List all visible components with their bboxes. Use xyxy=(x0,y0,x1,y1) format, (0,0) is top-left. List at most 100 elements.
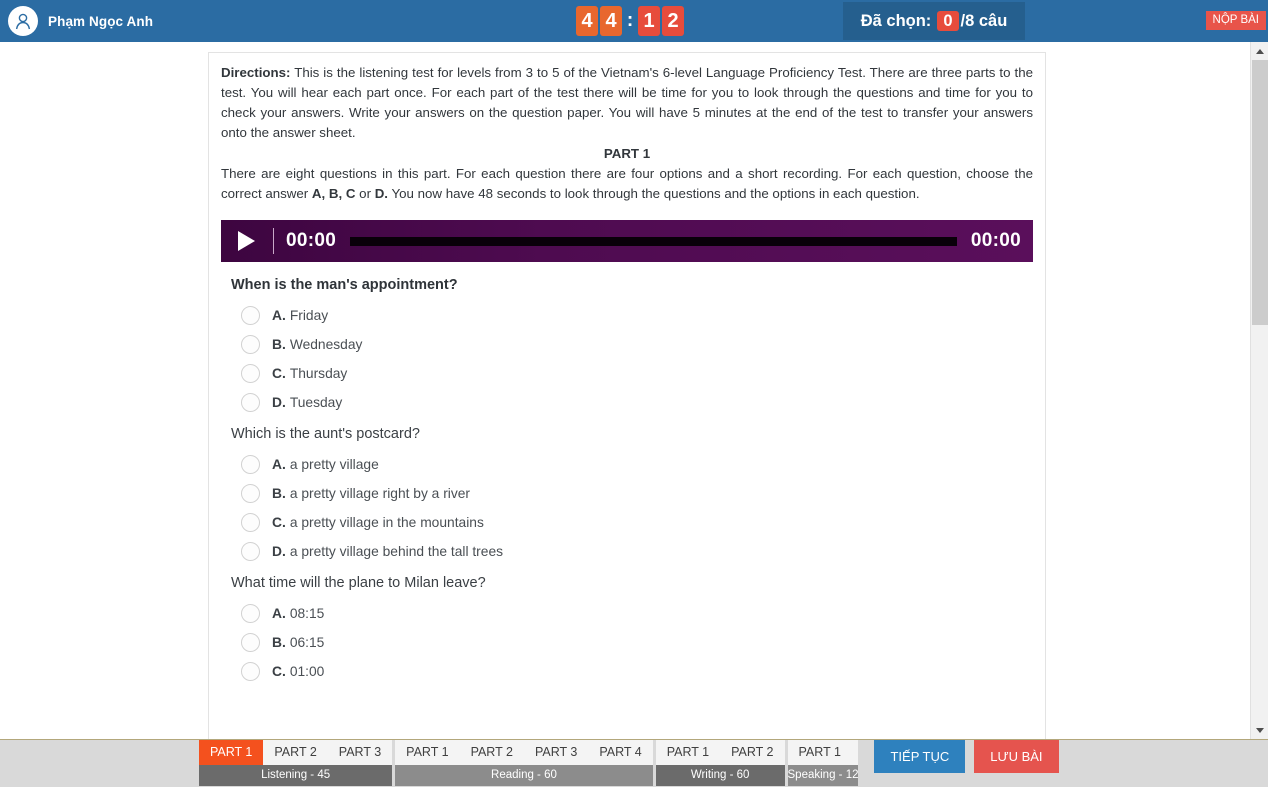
skill-label: Listening - 45 xyxy=(199,765,393,786)
audio-progress-bar[interactable] xyxy=(350,236,957,246)
part-tab[interactable]: PART 1 xyxy=(655,740,721,765)
part-tab[interactable]: PART 3 xyxy=(327,740,393,765)
answer-option[interactable]: B. 06:15 xyxy=(231,628,1033,657)
question-title: Which is the aunt's postcard? xyxy=(231,426,420,442)
option-text: 01:00 xyxy=(289,664,325,679)
skill-tab-row: PART 1 PART 2 PART 3 xyxy=(199,740,393,765)
audio-duration: 00:00 xyxy=(970,230,1021,251)
header-user-area: Phạm Ngọc Anh xyxy=(0,6,330,36)
play-icon[interactable] xyxy=(233,228,259,254)
bottom-navigation-bar: PART 1 PART 2 PART 3 Listening - 45 PART 1 PA… xyxy=(0,739,1268,787)
part-tab[interactable]: PART 4 xyxy=(588,740,653,765)
radio-button-icon[interactable] xyxy=(241,542,260,561)
answer-option[interactable]: D. Tuesday xyxy=(231,388,1033,417)
skill-group: PART 1 Speaking - 12 xyxy=(787,740,859,786)
radio-button-icon[interactable] xyxy=(241,393,260,412)
part-tab[interactable]: PART 1 xyxy=(395,740,460,765)
option-letter: D. xyxy=(272,395,286,410)
radio-button-icon[interactable] xyxy=(241,513,260,532)
timer-digit-minute-ones: 4 xyxy=(600,6,622,36)
scrollbar-thumb[interactable] xyxy=(1252,60,1268,325)
answered-total: /8 câu xyxy=(960,11,1008,30)
option-text: a pretty village right by a river xyxy=(289,486,471,501)
option-text: 06:15 xyxy=(289,635,325,650)
part-tab[interactable]: PART 1 xyxy=(199,740,264,765)
player-divider xyxy=(273,228,274,254)
part-description: There are eight questions in this part. … xyxy=(221,164,1033,204)
part-tab[interactable]: PART 2 xyxy=(263,740,328,765)
option-text: a pretty village in the mountains xyxy=(289,515,484,530)
answered-count: 0 xyxy=(937,10,959,32)
directions-label: Directions: xyxy=(221,65,291,80)
skill-group: PART 1 PART 2 PART 3 PART 4 Reading - 60 xyxy=(395,740,653,786)
part-tab[interactable]: PART 2 xyxy=(459,740,524,765)
option-letter: C. xyxy=(272,664,286,679)
option-letter: B. xyxy=(272,486,286,501)
exam-app: Phạm Ngọc Anh 4 4 : 1 2 Đã chọn: 0 /8 câ… xyxy=(0,0,1268,787)
answer-option[interactable]: A. Friday xyxy=(231,301,1033,330)
scroll-down-button[interactable] xyxy=(1251,721,1268,739)
skill-label: Speaking - 12 xyxy=(787,765,859,786)
audio-current-time: 00:00 xyxy=(286,230,337,251)
radio-button-icon[interactable] xyxy=(241,484,260,503)
option-letter: C. xyxy=(272,366,286,381)
timer-digit-second-ones: 2 xyxy=(662,6,684,36)
part-tab[interactable]: PART 3 xyxy=(523,740,589,765)
part-tab[interactable]: PART 2 xyxy=(720,740,785,765)
timer-digit-minute-tens: 4 xyxy=(576,6,598,36)
answer-option[interactable]: D. a pretty village behind the tall trees xyxy=(231,537,1033,566)
option-letter: D. xyxy=(272,544,286,559)
question-block: Which is the aunt's postcard? A. a pretty … xyxy=(221,423,1033,566)
option-letter: A. xyxy=(272,308,286,323)
vertical-scrollbar[interactable] xyxy=(1250,42,1268,739)
app-header: Phạm Ngọc Anh 4 4 : 1 2 Đã chọn: 0 /8 câ… xyxy=(0,0,1268,42)
radio-button-icon[interactable] xyxy=(241,335,260,354)
answer-option[interactable]: C. 01:00 xyxy=(231,657,1033,686)
answer-option[interactable]: A. a pretty village xyxy=(231,450,1033,479)
skill-tab-row: PART 1 xyxy=(787,740,859,765)
option-text: Friday xyxy=(289,308,329,323)
question-list: When is the man's appointment? A. Friday B.… xyxy=(221,274,1033,686)
skill-group: PART 1 PART 2 PART 3 Listening - 45 xyxy=(199,740,393,786)
option-text: 08:15 xyxy=(289,606,325,621)
skill-groups: PART 1 PART 2 PART 3 Listening - 45 PART 1 PA… xyxy=(199,740,861,786)
radio-button-icon[interactable] xyxy=(241,604,260,623)
answer-option[interactable]: C. a pretty village in the mountains xyxy=(231,508,1033,537)
scroll-up-button[interactable] xyxy=(1251,42,1268,60)
bottom-action-buttons: TIẾP TỤC LƯU BÀI xyxy=(874,740,1059,773)
question-title: What time will the plane to Milan leave? xyxy=(231,575,486,591)
option-letter: C. xyxy=(272,515,286,530)
submit-exam-button[interactable]: NỘP BÀI xyxy=(1205,11,1266,30)
option-text: a pretty village xyxy=(289,457,379,472)
radio-button-icon[interactable] xyxy=(241,633,260,652)
directions-paragraph: Directions: This is the listening test f… xyxy=(221,63,1033,143)
answer-option[interactable]: A. 08:15 xyxy=(231,599,1033,628)
option-letter: B. xyxy=(272,635,286,650)
answer-option[interactable]: B. Wednesday xyxy=(231,330,1033,359)
radio-button-icon[interactable] xyxy=(241,455,260,474)
answer-option[interactable]: C. Thursday xyxy=(231,359,1033,388)
question-block: What time will the plane to Milan leave?… xyxy=(221,572,1033,686)
question-block: When is the man's appointment? A. Friday B.… xyxy=(221,274,1033,417)
answered-label: Đã chọn: xyxy=(860,11,932,30)
radio-button-icon[interactable] xyxy=(241,662,260,681)
countdown-timer: 4 4 : 1 2 xyxy=(576,0,684,42)
part-tab[interactable]: PART 1 xyxy=(787,740,852,765)
skill-tab-row: PART 1 PART 2 xyxy=(655,740,785,765)
radio-button-icon[interactable] xyxy=(241,306,260,325)
part-desc-option-d: D. xyxy=(374,186,389,201)
save-button[interactable]: LƯU BÀI xyxy=(974,740,1059,773)
answered-counter: Đã chọn: 0 /8 câu xyxy=(843,2,1025,40)
answer-option[interactable]: B. a pretty village right by a river xyxy=(231,479,1033,508)
user-avatar-icon xyxy=(8,6,38,36)
continue-button[interactable]: TIẾP TỤC xyxy=(874,740,966,773)
radio-button-icon[interactable] xyxy=(241,364,260,383)
audio-player[interactable]: 00:00 00:00 xyxy=(221,220,1033,262)
question-panel: Directions: This is the listening test f… xyxy=(208,52,1046,739)
content-scroll-area: Directions: This is the listening test f… xyxy=(0,42,1250,739)
option-text: Tuesday xyxy=(289,395,343,410)
chevron-up-icon xyxy=(1256,48,1264,54)
part-desc-3: You now have 48 seconds to look through … xyxy=(388,186,920,201)
question-title: When is the man's appointment? xyxy=(231,277,458,293)
timer-colon: : xyxy=(626,10,634,31)
